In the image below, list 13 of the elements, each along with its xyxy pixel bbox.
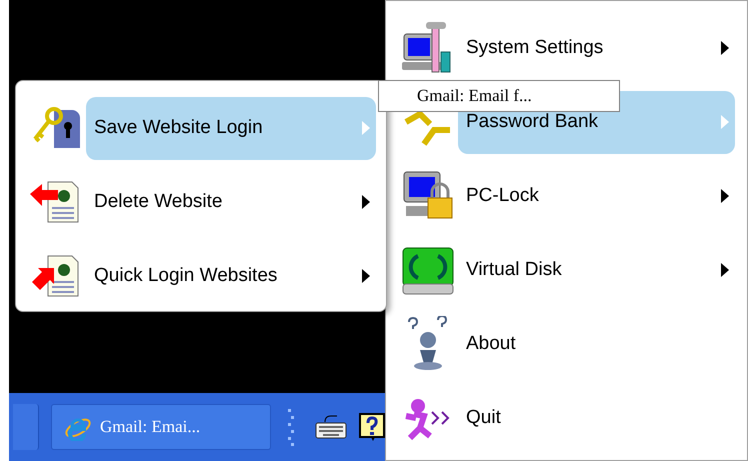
menu-item[interactable]: Virtual Disk	[458, 238, 735, 302]
menu-item[interactable]: Quit	[458, 386, 735, 450]
menu-item[interactable]: Delete Website	[86, 170, 376, 234]
menu-item[interactable]: About	[458, 312, 735, 376]
toolbar-grip-icon[interactable]	[287, 407, 295, 447]
menu-item[interactable]: PC-Lock	[458, 164, 735, 228]
tooltip: Gmail: Email f...	[378, 80, 620, 112]
taskbar-window-button[interactable]: Gmail: Emai...	[51, 404, 271, 450]
help-icon[interactable]	[359, 413, 385, 441]
menu-item[interactable]: Quick Login Websites	[86, 244, 376, 308]
menu-item[interactable]: System Settings	[458, 16, 735, 80]
keyboard-icon[interactable]	[315, 414, 347, 440]
menu-item[interactable]: Save Website Login	[86, 96, 376, 160]
